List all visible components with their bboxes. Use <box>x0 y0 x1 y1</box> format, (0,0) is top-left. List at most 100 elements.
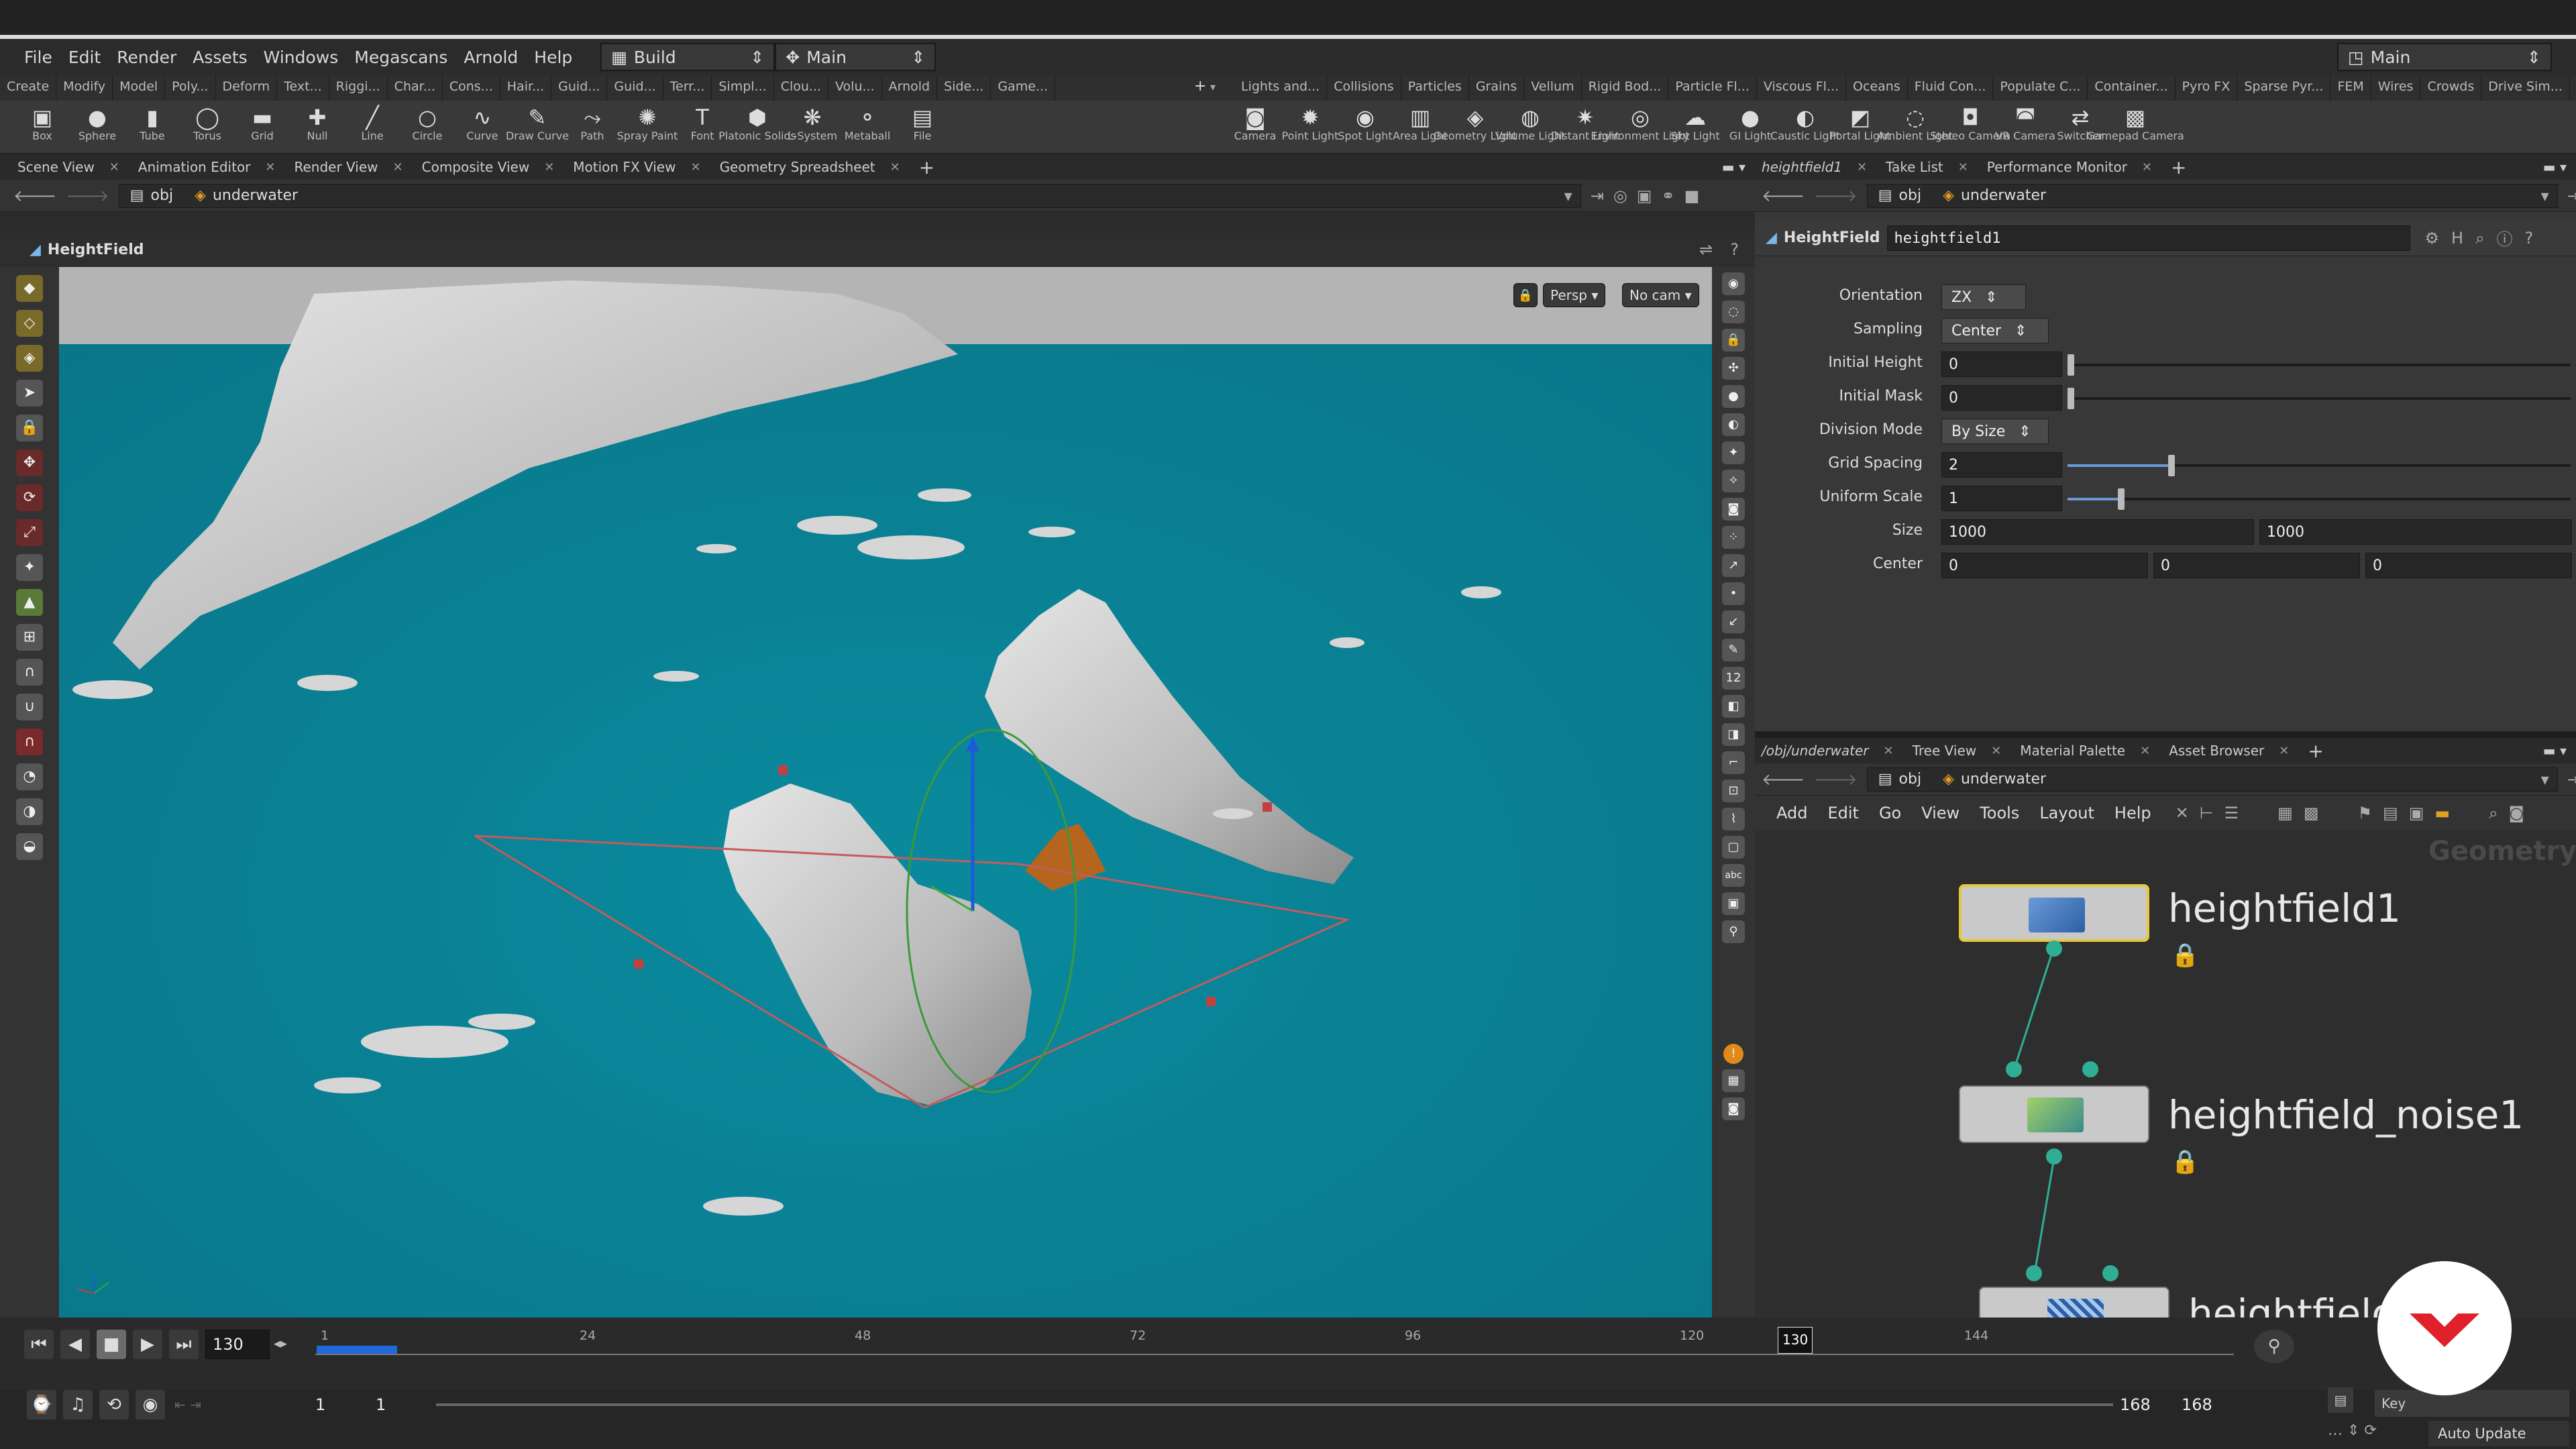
shelf-tool-torus[interactable]: ◯ Torus <box>180 101 235 153</box>
shelf-tab-modify[interactable]: Modify <box>56 75 113 101</box>
layout-icon[interactable]: ⚭ <box>1661 186 1674 205</box>
play-icon[interactable]: ▶ <box>133 1330 162 1359</box>
shelf-tab-char[interactable]: Char... <box>388 75 443 101</box>
step-icon[interactable]: ◂▸ <box>274 1335 287 1351</box>
hscript-icon[interactable]: H <box>2451 229 2463 248</box>
flag-icon[interactable]: ⚑ <box>2358 804 2373 822</box>
snap-point-icon[interactable]: ∪ <box>16 694 43 720</box>
chevron-down-icon[interactable]: ▾ <box>2541 770 2557 789</box>
menu-assets[interactable]: Assets <box>184 48 255 67</box>
pointer-tool-icon[interactable]: ➤ <box>16 380 43 407</box>
back-arrow-icon[interactable]: 🡐 <box>13 186 56 205</box>
slider-knob[interactable] <box>2068 354 2074 376</box>
close-icon[interactable]: ✕ <box>890 160 900 174</box>
shelf-tool-grid[interactable]: ▬ Grid <box>235 101 290 153</box>
slider-knob[interactable] <box>2068 388 2074 409</box>
tab-animation-editor[interactable]: Animation Editor ✕ <box>129 159 285 175</box>
shelf-tab-side[interactable]: Side... <box>937 75 991 101</box>
path-breadcrumb[interactable]: ▤ obj ◈ underwater ▾ <box>118 183 1581 208</box>
playback-start-field[interactable]: 1 <box>376 1391 423 1418</box>
display-option-icon[interactable]: ◉ <box>1722 272 1745 295</box>
key-nav-icon[interactable]: ⇤ ⇥ <box>174 1397 201 1413</box>
search-icon[interactable]: ⌕ <box>2475 229 2484 248</box>
lighting-icon[interactable]: ◐ <box>1722 413 1745 436</box>
shelf-tab-viscous-fl[interactable]: Viscous Fl... <box>1757 75 1847 101</box>
shelf-tool-area-light[interactable]: ▥ Area Light <box>1393 101 1448 153</box>
shelf-tool-metaball[interactable]: ⚬ Metaball <box>840 101 895 153</box>
shelf-tab-particle-fl[interactable]: Particle Fl... <box>1668 75 1757 101</box>
crumb-underwater[interactable]: ◈ underwater <box>184 187 309 204</box>
shelf-tool-tube[interactable]: ▮ Tube <box>125 101 180 153</box>
point-icon[interactable]: • <box>1722 582 1745 605</box>
tab-take-list[interactable]: Take List ✕ <box>1876 159 1978 175</box>
size-y-field[interactable]: 1000 <box>2259 519 2572 545</box>
close-icon[interactable]: ✕ <box>544 160 554 174</box>
menu-windows[interactable]: Windows <box>256 48 347 67</box>
text-icon[interactable]: abc <box>1722 864 1745 887</box>
info-icon[interactable]: ⓘ <box>2497 226 2513 250</box>
magnet-icon[interactable]: ∩ <box>16 729 43 755</box>
net-menu-go[interactable]: Go <box>1870 804 1911 822</box>
close-icon[interactable]: ✕ <box>109 160 119 174</box>
tab-composite-view[interactable]: Composite View ✕ <box>413 159 564 175</box>
shelf-tool-spot-light[interactable]: ◉ Spot Light <box>1338 101 1393 153</box>
slider-knob[interactable] <box>2118 488 2125 510</box>
center-y-field[interactable]: 0 <box>2153 553 2360 578</box>
shelf-tab-arnold[interactable]: Arnold <box>882 75 938 101</box>
auto-update-dropdown[interactable]: Auto Update <box>2428 1421 2569 1446</box>
range-slider[interactable] <box>436 1403 2113 1406</box>
vector-icon[interactable]: ↙ <box>1722 610 1745 633</box>
network-canvas[interactable]: Geometry heightfield1 🔒 heightfield_nois… <box>1755 830 2576 1318</box>
pane-menu-icon[interactable]: ▬ ▾ <box>2534 743 2576 759</box>
play-reverse-icon[interactable]: ◀ <box>60 1330 90 1359</box>
notes-icon[interactable]: ▤ <box>2383 804 2398 822</box>
uv-icon[interactable]: ⊡ <box>1722 780 1745 802</box>
snap-grid-icon[interactable]: ⊞ <box>16 624 43 651</box>
normals-icon[interactable]: ↗ <box>1722 554 1745 577</box>
menu-help[interactable]: Help <box>526 48 580 67</box>
add-tab-icon[interactable]: + <box>910 156 944 178</box>
prim-icon[interactable]: ◨ <box>1722 723 1745 746</box>
shelf-tab-vellum[interactable]: Vellum <box>1524 75 1582 101</box>
center-x-field[interactable]: 0 <box>1941 553 2148 578</box>
crumb-obj[interactable]: ▤ obj <box>1868 771 1932 788</box>
pin-icon[interactable]: ⇥ <box>1591 186 1604 205</box>
context-dropdown[interactable]: ✥ Main ⇕ <box>775 43 936 71</box>
realtime-icon[interactable]: ⌚ <box>27 1390 56 1419</box>
handle-tool-icon[interactable]: ◇ <box>16 310 43 337</box>
back-arrow-icon[interactable]: 🡐 <box>1762 769 1805 789</box>
initial-mask-slider[interactable] <box>2068 388 2571 409</box>
shelf-tab-pyro-fx[interactable]: Pyro FX <box>2176 75 2238 101</box>
palette-icon[interactable]: ▬ <box>2434 804 2450 822</box>
loop-icon[interactable]: ⟲ <box>99 1390 129 1419</box>
tab-obj-underwater[interactable]: /obj/underwater ✕ <box>1755 743 1903 759</box>
search-icon[interactable]: ⌕ <box>2489 804 2498 822</box>
move-tool-icon[interactable]: ✥ <box>16 449 43 476</box>
net-menu-help[interactable]: Help <box>2105 804 2161 822</box>
status-updown-icon[interactable]: … ⇕ ⟳ <box>2328 1422 2377 1439</box>
shelf-tool-l-system[interactable]: ❋ L-System <box>785 101 840 153</box>
tab-geometry-spreadsheet[interactable]: Geometry Spreadsheet ✕ <box>710 159 910 175</box>
lock-icon[interactable]: 🔒 <box>2171 942 2199 969</box>
shelf-tool-font[interactable]: T Font <box>675 101 730 153</box>
node-input-connector[interactable] <box>2102 1265 2118 1281</box>
camera-orbit-icon[interactable]: ◔ <box>16 763 43 790</box>
shelf-tab-grains[interactable]: Grains <box>1469 75 1525 101</box>
close-icon[interactable]: ✕ <box>265 160 275 174</box>
pin-icon[interactable]: ⇥ <box>2567 186 2576 205</box>
tab-scene-view[interactable]: Scene View ✕ <box>0 159 129 175</box>
path-breadcrumb[interactable]: ▤ obj ◈ underwater ▾ <box>1866 183 2558 208</box>
node-output-connector[interactable] <box>2046 941 2062 957</box>
shelf-tool-path[interactable]: ⤳ Path <box>565 101 620 153</box>
shelf-tab-crowds[interactable]: Crowds <box>2420 75 2482 101</box>
menu-edit[interactable]: Edit <box>60 48 109 67</box>
playhead-marker[interactable]: 130 <box>1778 1327 1813 1354</box>
close-icon[interactable]: ✕ <box>1857 160 1867 174</box>
shelf-tool-platonic-solids[interactable]: ⬢ Platonic Solids <box>718 101 796 153</box>
close-icon[interactable]: ✕ <box>1991 744 2001 758</box>
edge-icon[interactable]: ⌐ <box>1722 751 1745 774</box>
shelf-tool-null[interactable]: ✚ Null <box>290 101 345 153</box>
shelf-tab-sparse-pyr[interactable]: Sparse Pyr... <box>2237 75 2331 101</box>
node-input-connector[interactable] <box>2006 1061 2022 1077</box>
lock-camera-icon[interactable]: 🔒 <box>1722 329 1745 352</box>
